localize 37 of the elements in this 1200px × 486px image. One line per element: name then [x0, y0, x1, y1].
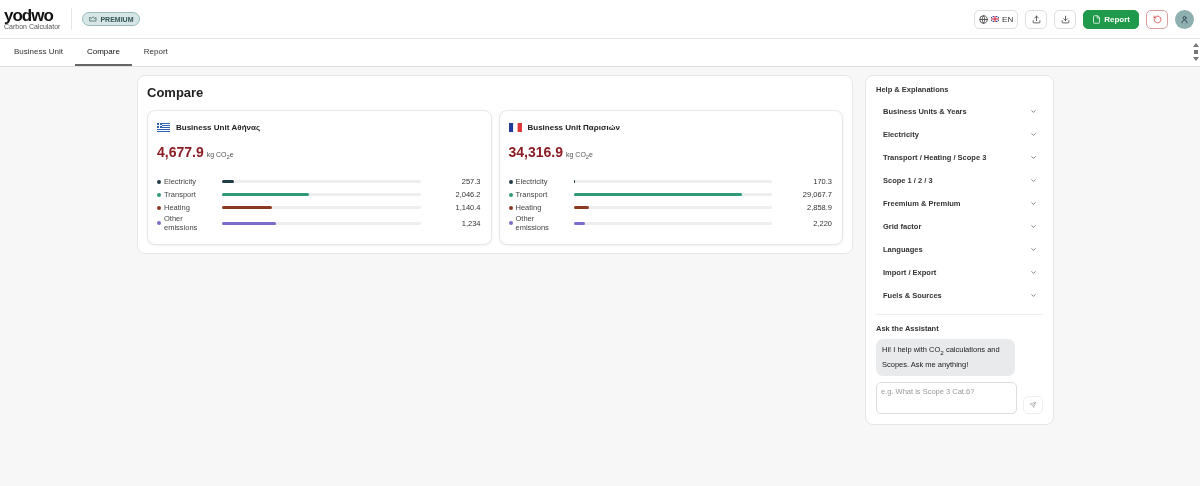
reset-button[interactable]: [1146, 9, 1168, 29]
chevron-down-icon: [1030, 292, 1037, 299]
upload-icon: [1031, 14, 1041, 24]
scroll-arrows-icon[interactable]: [1193, 43, 1199, 61]
chevron-down-icon: [1030, 246, 1037, 253]
total-emissions: 4,677.9: [157, 144, 204, 160]
chevron-down-icon: [1030, 200, 1037, 207]
chevron-down-icon: [1030, 154, 1037, 161]
upload-button[interactable]: [1025, 9, 1048, 29]
chevron-down-icon: [1030, 177, 1037, 184]
chevron-down-icon: [1030, 131, 1037, 138]
language-button[interactable]: EN: [974, 9, 1019, 29]
user-icon: [1180, 14, 1189, 24]
document-icon: [1092, 14, 1102, 24]
reset-icon: [1152, 14, 1162, 24]
globe-icon: [979, 14, 989, 24]
chevron-down-icon: [1030, 108, 1037, 115]
unit-name: Business Unit Αθήνας: [176, 123, 261, 132]
chevron-down-icon: [1030, 269, 1037, 276]
send-icon: [1030, 400, 1036, 409]
flag-icon: [991, 16, 1000, 22]
download-button[interactable]: [1054, 9, 1077, 29]
panel-title: Compare: [147, 85, 205, 100]
tab[interactable]: Business Unit: [2, 39, 75, 66]
logo: yodwo: [4, 8, 54, 23]
unit-name: Business Unit Παρισιών: [527, 123, 620, 132]
send-button[interactable]: [1023, 395, 1043, 414]
crown-icon: [89, 15, 98, 23]
download-icon: [1060, 14, 1070, 24]
flag-icon: [157, 123, 170, 132]
flag-icon: [508, 123, 522, 132]
chevron-down-icon: [1030, 223, 1037, 230]
report-button[interactable]: Report: [1083, 9, 1139, 29]
avatar[interactable]: [1175, 9, 1194, 29]
tab[interactable]: Compare: [74, 39, 132, 66]
tab[interactable]: Report: [131, 39, 180, 66]
total-emissions: 34,316.9: [508, 144, 563, 160]
